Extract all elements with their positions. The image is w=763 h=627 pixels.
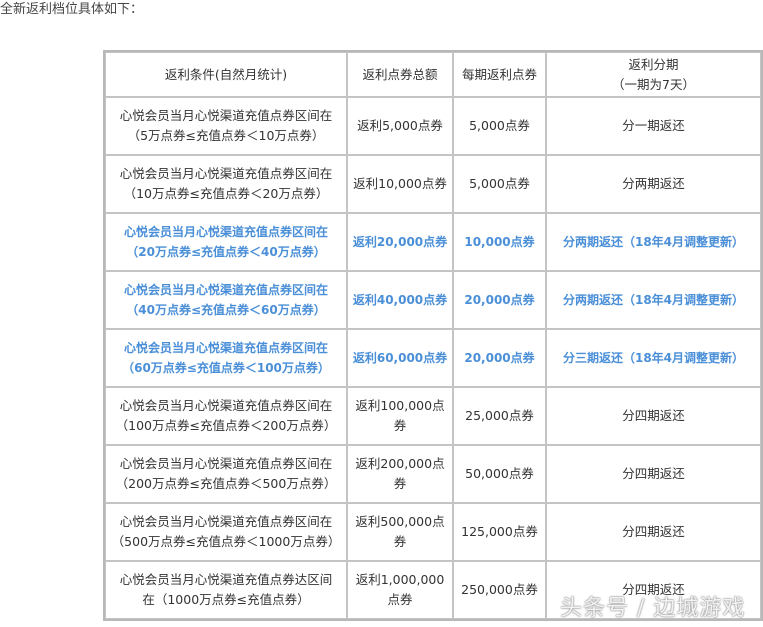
table-row: 心悦会员当月心悦渠道充值点券区间在 （500万点券≤充值点券＜1000万点券） 返利…	[105, 503, 761, 561]
table-row: 心悦会员当月心悦渠道充值点券区间在 （20万点券≤充值点券＜40万点券） 返利20,…	[105, 213, 761, 271]
table-row: 心悦会员当月心悦渠道充值点券区间在 （40万点券≤充值点券＜60万点券） 返利40,…	[105, 271, 761, 329]
installment-cell: 分四期返还	[546, 445, 761, 503]
condition-cell: 心悦会员当月心悦渠道充值点券区间在 （40万点券≤充值点券＜60万点券）	[105, 271, 347, 329]
per-period-cell: 10,000点券	[453, 213, 546, 271]
intro-text: 全新返利档位具体如下：	[0, 2, 144, 17]
condition-line1: 心悦会员当月心悦渠道充值点券区间在	[123, 341, 328, 355]
installment-cell: 分两期返还（18年4月调整更新）	[546, 271, 761, 329]
total-cell: 返利5,000点券	[347, 97, 453, 155]
header-condition: 返利条件(自然月统计)	[105, 52, 347, 97]
condition-cell: 心悦会员当月心悦渠道充值点券达区间 在（1000万点券≤充值点券）	[105, 561, 347, 619]
condition-line2: （20万点券≤充值点券＜40万点券）	[126, 245, 326, 259]
condition-line1: 心悦会员当月心悦渠道充值点券区间在	[119, 108, 333, 123]
condition-cell: 心悦会员当月心悦渠道充值点券区间在 （10万点券≤充值点券＜20万点券）	[105, 155, 347, 213]
condition-cell: 心悦会员当月心悦渠道充值点券区间在 （20万点券≤充值点券＜40万点券）	[105, 213, 347, 271]
watermark: 头条号 / 边城游戏	[560, 596, 746, 621]
header-installment-line2: （一期为7天）	[612, 76, 695, 92]
condition-line2: （5万点券≤充值点券＜10万点券）	[127, 128, 325, 143]
condition-line1: 心悦会员当月心悦渠道充值点券区间在	[119, 456, 333, 471]
table-row: 心悦会员当月心悦渠道充值点券区间在 （200万点券≤充值点券＜500万点券） 返利2…	[105, 445, 761, 503]
condition-line1: 心悦会员当月心悦渠道充值点券区间在	[119, 514, 333, 529]
condition-line1: 心悦会员当月心悦渠道充值点券区间在	[123, 283, 328, 297]
condition-line2: （40万点券≤充值点券＜60万点券）	[126, 303, 326, 317]
header-total: 返利点券总额	[347, 52, 453, 97]
total-cell: 返利100,000点券	[347, 387, 453, 445]
total-cell: 返利200,000点券	[347, 445, 453, 503]
condition-cell: 心悦会员当月心悦渠道充值点券区间在 （500万点券≤充值点券＜1000万点券）	[105, 503, 347, 561]
table-row: 心悦会员当月心悦渠道充值点券区间在 （10万点券≤充值点券＜20万点券） 返利10,…	[105, 155, 761, 213]
table-header-row: 返利条件(自然月统计) 返利点券总额 每期返利点券 返利分期 （一期为7天）	[105, 52, 761, 97]
condition-line2: 在（1000万点券≤充值点券）	[142, 592, 310, 607]
condition-line1: 心悦会员当月心悦渠道充值点券达区间	[119, 572, 333, 587]
installment-cell: 分两期返还（18年4月调整更新）	[546, 213, 761, 271]
per-period-cell: 5,000点券	[453, 97, 546, 155]
total-cell: 返利1,000,000点券	[347, 561, 453, 619]
per-period-cell: 25,000点券	[453, 387, 546, 445]
per-period-cell: 20,000点券	[453, 271, 546, 329]
condition-line2: （100万点券≤充值点券＜200万点券）	[115, 418, 337, 433]
header-installment: 返利分期 （一期为7天）	[546, 52, 761, 97]
total-cell: 返利60,000点券	[347, 329, 453, 387]
condition-line2: （10万点券≤充值点券＜20万点券）	[123, 186, 329, 201]
installment-cell: 分三期返还（18年4月调整更新）	[546, 329, 761, 387]
condition-cell: 心悦会员当月心悦渠道充值点券区间在 （100万点券≤充值点券＜200万点券）	[105, 387, 347, 445]
total-cell: 返利20,000点券	[347, 213, 453, 271]
table-row: 心悦会员当月心悦渠道充值点券区间在 （60万点券≤充值点券＜100万点券） 返利60…	[105, 329, 761, 387]
condition-line2: （200万点券≤充值点券＜500万点券）	[115, 476, 337, 491]
per-period-cell: 250,000点券	[453, 561, 546, 619]
installment-cell: 分四期返还	[546, 387, 761, 445]
per-period-cell: 20,000点券	[453, 329, 546, 387]
header-installment-line1: 返利分期	[628, 56, 679, 72]
condition-line1: 心悦会员当月心悦渠道充值点券区间在	[123, 225, 328, 239]
total-cell: 返利500,000点券	[347, 503, 453, 561]
installment-cell: 分两期返还	[546, 155, 761, 213]
condition-line2: （60万点券≤充值点券＜100万点券）	[122, 361, 330, 375]
per-period-cell: 50,000点券	[453, 445, 546, 503]
condition-cell: 心悦会员当月心悦渠道充值点券区间在 （60万点券≤充值点券＜100万点券）	[105, 329, 347, 387]
table-row: 心悦会员当月心悦渠道充值点券区间在 （5万点券≤充值点券＜10万点券） 返利5,00…	[105, 97, 761, 155]
total-cell: 返利40,000点券	[347, 271, 453, 329]
condition-line2: （500万点券≤充值点券＜1000万点券）	[111, 534, 341, 549]
per-period-cell: 125,000点券	[453, 503, 546, 561]
table-row: 心悦会员当月心悦渠道充值点券区间在 （100万点券≤充值点券＜200万点券） 返利1…	[105, 387, 761, 445]
total-cell: 返利10,000点券	[347, 155, 453, 213]
installment-cell: 分一期返还	[546, 97, 761, 155]
condition-cell: 心悦会员当月心悦渠道充值点券区间在 （200万点券≤充值点券＜500万点券）	[105, 445, 347, 503]
rebate-table: 返利条件(自然月统计) 返利点券总额 每期返利点券 返利分期 （一期为7天） 心悦…	[103, 50, 763, 621]
installment-cell: 分四期返还	[546, 503, 761, 561]
header-per-period: 每期返利点券	[453, 52, 546, 97]
condition-cell: 心悦会员当月心悦渠道充值点券区间在 （5万点券≤充值点券＜10万点券）	[105, 97, 347, 155]
condition-line1: 心悦会员当月心悦渠道充值点券区间在	[119, 166, 333, 181]
per-period-cell: 5,000点券	[453, 155, 546, 213]
condition-line1: 心悦会员当月心悦渠道充值点券区间在	[119, 398, 333, 413]
